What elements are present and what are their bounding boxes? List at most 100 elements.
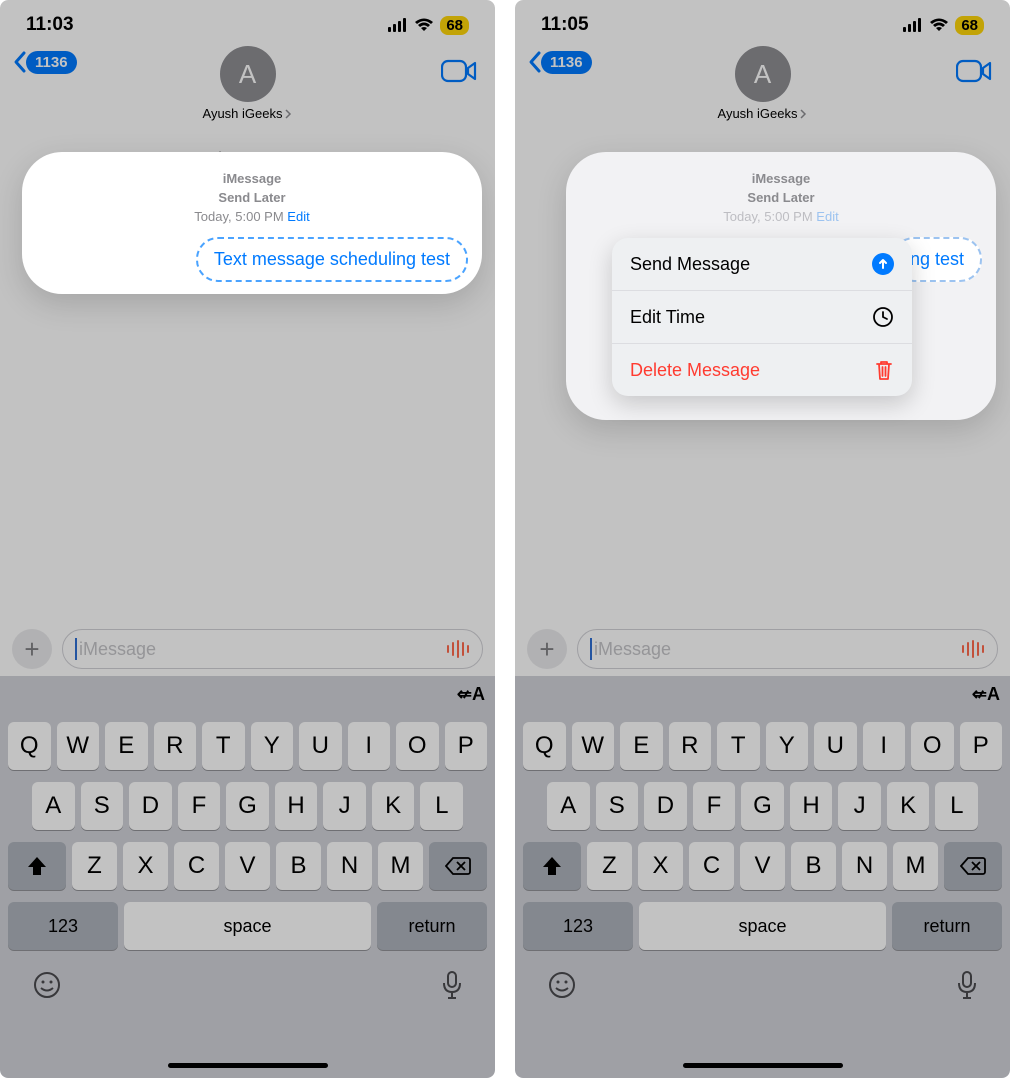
- key-u[interactable]: U: [299, 722, 342, 770]
- key-j[interactable]: J: [838, 782, 881, 830]
- key-e[interactable]: E: [105, 722, 148, 770]
- audio-wave-icon[interactable]: [446, 639, 470, 659]
- message-input[interactable]: iMessage: [62, 629, 483, 669]
- nav-header: 1136 A Ayush iGeeks: [0, 42, 495, 130]
- key-u[interactable]: U: [814, 722, 857, 770]
- key-p[interactable]: P: [445, 722, 488, 770]
- delete-key[interactable]: [944, 842, 1002, 890]
- message-input-area: + iMessage: [0, 619, 495, 683]
- return-key[interactable]: return: [377, 902, 487, 950]
- contact-header[interactable]: A Ayush iGeeks: [515, 46, 1010, 121]
- key-r[interactable]: R: [669, 722, 712, 770]
- screenshot-left: 11:03 68 1136 A Ayush iGeeks: [0, 0, 495, 1078]
- numeric-key[interactable]: 123: [523, 902, 633, 950]
- key-g[interactable]: G: [226, 782, 269, 830]
- key-g[interactable]: G: [741, 782, 784, 830]
- key-l[interactable]: L: [935, 782, 978, 830]
- key-k[interactable]: K: [887, 782, 930, 830]
- key-c[interactable]: C: [689, 842, 734, 890]
- kb-row3: ZXCVBNM: [4, 842, 491, 890]
- key-o[interactable]: O: [396, 722, 439, 770]
- key-o[interactable]: O: [911, 722, 954, 770]
- cellular-icon: [903, 18, 923, 32]
- key-k[interactable]: K: [372, 782, 415, 830]
- edit-link[interactable]: Edit: [287, 209, 309, 224]
- key-j[interactable]: J: [323, 782, 366, 830]
- shift-key[interactable]: [8, 842, 66, 890]
- key-f[interactable]: F: [693, 782, 736, 830]
- input-placeholder: iMessage: [594, 639, 671, 660]
- key-y[interactable]: Y: [766, 722, 809, 770]
- scheduled-bubble[interactable]: Text message scheduling test: [196, 237, 468, 282]
- emoji-key[interactable]: [32, 970, 62, 1000]
- dictate-key[interactable]: [441, 970, 463, 1000]
- key-x[interactable]: X: [123, 842, 168, 890]
- key-a[interactable]: A: [32, 782, 75, 830]
- facetime-video-icon[interactable]: [956, 58, 992, 84]
- key-t[interactable]: T: [717, 722, 760, 770]
- key-x[interactable]: X: [638, 842, 683, 890]
- message-input[interactable]: iMessage: [577, 629, 998, 669]
- keyboard-mode-icon[interactable]: ⇍A: [457, 684, 485, 705]
- key-d[interactable]: D: [129, 782, 172, 830]
- key-b[interactable]: B: [276, 842, 321, 890]
- menu-send-message[interactable]: Send Message: [612, 238, 912, 291]
- key-n[interactable]: N: [842, 842, 887, 890]
- key-p[interactable]: P: [960, 722, 1003, 770]
- key-d[interactable]: D: [644, 782, 687, 830]
- key-v[interactable]: V: [225, 842, 270, 890]
- key-c[interactable]: C: [174, 842, 219, 890]
- edit-link[interactable]: Edit: [816, 209, 838, 224]
- delete-key[interactable]: [429, 842, 487, 890]
- key-s[interactable]: S: [81, 782, 124, 830]
- key-f[interactable]: F: [178, 782, 221, 830]
- menu-send-label: Send Message: [630, 254, 750, 275]
- kb-row2-b: ASDFGHJKL: [519, 782, 1006, 830]
- status-right: 68: [388, 16, 469, 35]
- dictate-key[interactable]: [956, 970, 978, 1000]
- key-t[interactable]: T: [202, 722, 245, 770]
- key-s[interactable]: S: [596, 782, 639, 830]
- key-l[interactable]: L: [420, 782, 463, 830]
- facetime-video-icon[interactable]: [441, 58, 477, 84]
- key-y[interactable]: Y: [251, 722, 294, 770]
- key-r[interactable]: R: [154, 722, 197, 770]
- key-q[interactable]: Q: [8, 722, 51, 770]
- key-h[interactable]: H: [275, 782, 318, 830]
- numeric-key[interactable]: 123: [8, 902, 118, 950]
- return-key[interactable]: return: [892, 902, 1002, 950]
- key-z[interactable]: Z: [72, 842, 117, 890]
- key-a[interactable]: A: [547, 782, 590, 830]
- key-b[interactable]: B: [791, 842, 836, 890]
- home-indicator[interactable]: [683, 1063, 843, 1068]
- shift-key[interactable]: [523, 842, 581, 890]
- audio-wave-icon[interactable]: [961, 639, 985, 659]
- emoji-key[interactable]: [547, 970, 577, 1000]
- key-z[interactable]: Z: [587, 842, 632, 890]
- contact-header[interactable]: A Ayush iGeeks: [0, 46, 495, 121]
- key-i[interactable]: I: [863, 722, 906, 770]
- battery-level: 68: [440, 16, 469, 35]
- key-v[interactable]: V: [740, 842, 785, 890]
- key-m[interactable]: M: [893, 842, 938, 890]
- key-n[interactable]: N: [327, 842, 372, 890]
- key-h[interactable]: H: [790, 782, 833, 830]
- home-indicator[interactable]: [168, 1063, 328, 1068]
- menu-edit-time[interactable]: Edit Time: [612, 291, 912, 344]
- key-i[interactable]: I: [348, 722, 391, 770]
- input-placeholder: iMessage: [79, 639, 156, 660]
- key-q[interactable]: Q: [523, 722, 566, 770]
- clock-icon: [872, 306, 894, 328]
- key-m[interactable]: M: [378, 842, 423, 890]
- key-w[interactable]: W: [572, 722, 615, 770]
- plus-button[interactable]: +: [527, 629, 567, 669]
- keyboard-mode-icon[interactable]: ⇍A: [972, 684, 1000, 705]
- keyboard: ⇍A QWERTYUIOP ASDFGHJKL ZXCVBNM 123 spac…: [0, 676, 495, 1078]
- space-key[interactable]: space: [124, 902, 371, 950]
- plus-button[interactable]: +: [12, 629, 52, 669]
- space-key[interactable]: space: [639, 902, 886, 950]
- kb-row1: QWERTYUIOP: [4, 722, 491, 770]
- key-w[interactable]: W: [57, 722, 100, 770]
- menu-delete-message[interactable]: Delete Message: [612, 344, 912, 396]
- key-e[interactable]: E: [620, 722, 663, 770]
